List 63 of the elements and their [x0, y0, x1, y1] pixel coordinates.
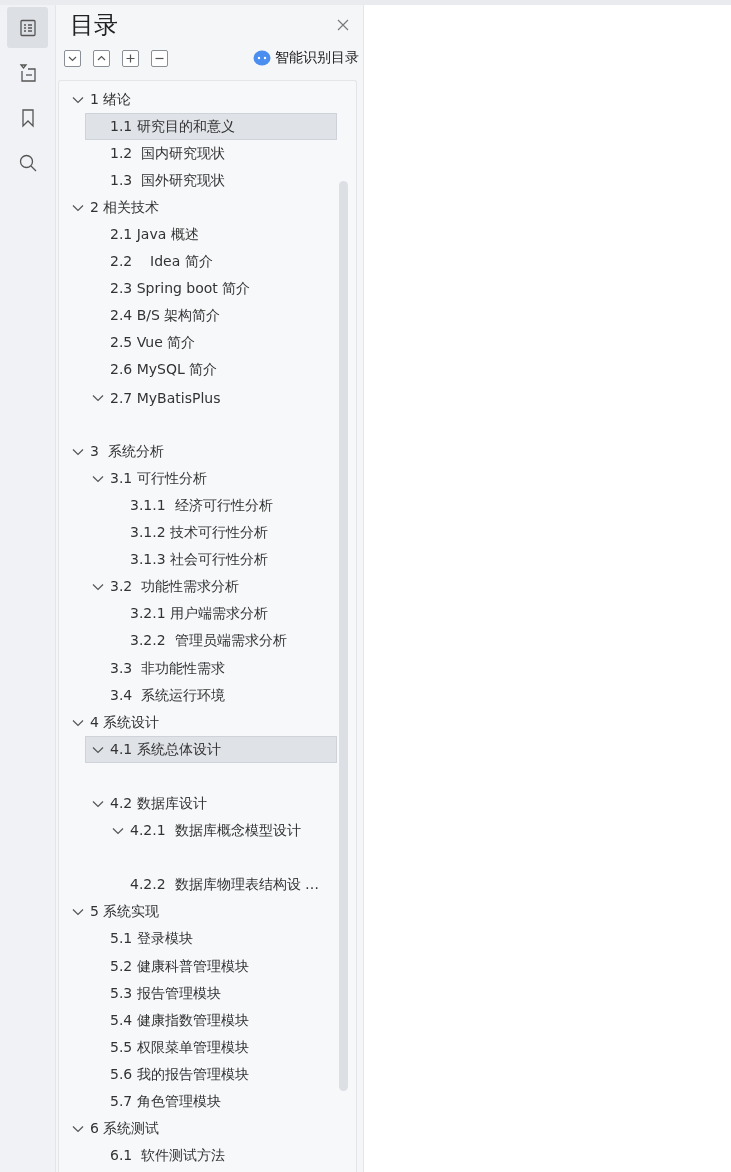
outline-item[interactable]: 1.2 国内研究现状 — [85, 140, 337, 168]
caret-down-icon[interactable] — [72, 447, 84, 456]
outline-item[interactable]: 4.2.2 数据库物理表结构设 … — [105, 871, 337, 899]
outline-item[interactable]: 5.6 我的报告管理模块 — [85, 1061, 337, 1089]
outline-item[interactable]: 5.5 权限菜单管理模块 — [85, 1034, 337, 1062]
outline-item[interactable]: 1 绪论 — [65, 86, 337, 114]
caret-down-icon[interactable] — [112, 827, 124, 836]
plus-icon — [125, 52, 136, 64]
caret-down-icon[interactable] — [92, 583, 104, 592]
outline-item[interactable]: 3.1.3 社会可行性分析 — [105, 546, 337, 574]
outline-item[interactable]: 2.3 Spring boot 简介 — [85, 275, 337, 303]
outline-item[interactable]: 3.2.1 用户端需求分析 — [105, 600, 337, 628]
outline-item[interactable]: 2.6 MySQL 简介 — [85, 356, 337, 385]
outline-item[interactable]: 4.2 数据库设计 — [85, 790, 337, 818]
search-icon — [17, 152, 38, 173]
outline-item[interactable]: 5.7 角色管理模块 — [85, 1088, 337, 1116]
close-icon[interactable] — [337, 19, 349, 31]
outline-item[interactable]: 4 系统设计 — [65, 709, 337, 737]
outline-item[interactable]: 2.1 Java 概述 — [85, 221, 337, 249]
outline-item[interactable]: 2.7 MyBatisPlus — [85, 384, 337, 412]
outline-item[interactable]: 5.1 登录模块 — [85, 925, 337, 953]
caret-down-icon[interactable] — [92, 474, 104, 483]
outline-item[interactable]: 6 系统测试 — [65, 1115, 337, 1143]
outline-icon — [17, 62, 38, 83]
outline-item[interactable]: 2.2 Idea 简介 — [85, 248, 337, 276]
sidebar-button[interactable] — [7, 7, 48, 48]
outline-item[interactable]: 2 相关技术 — [65, 194, 337, 222]
outline-item[interactable]: 6.1 软件测试方法 — [85, 1142, 337, 1170]
tool-button[interactable] — [151, 49, 168, 67]
smart-detect-button[interactable]: 智能识别目录 — [253, 49, 359, 67]
caret-down-icon[interactable] — [92, 745, 104, 754]
outline-item[interactable]: 2.4 B/S 架构简介 — [85, 302, 337, 330]
outline-item[interactable]: 1.1 研究目的和意义 — [85, 113, 337, 141]
outline-item[interactable]: 3.1.1 经济可行性分析 — [105, 492, 337, 520]
caret-down-icon[interactable] — [92, 800, 104, 808]
caret-down-icon[interactable] — [72, 718, 84, 727]
outline-item[interactable]: 4.2.1 数据库概念模型设计 — [105, 817, 337, 845]
caret-down-icon[interactable] — [72, 95, 84, 104]
outline-item[interactable]: 4.1 系统总体设计 — [85, 736, 337, 764]
caret-down-icon[interactable] — [72, 1125, 84, 1134]
tool-button[interactable] — [93, 49, 110, 67]
scrollbar[interactable] — [339, 181, 348, 1091]
outline-item[interactable]: 3.1.2 技术可行性分析 — [105, 519, 337, 547]
robot-face-icon — [253, 50, 271, 66]
outline-item[interactable]: 5.3 报告管理模块 — [85, 980, 337, 1008]
outline-item[interactable]: 5.2 健康科普管理模块 — [85, 953, 337, 981]
caret-down-icon[interactable] — [92, 393, 104, 402]
caret-down-icon[interactable] — [72, 908, 84, 917]
tool-button[interactable] — [64, 49, 81, 67]
outline-item[interactable]: 5 系统实现 — [65, 898, 337, 926]
tool-button[interactable] — [122, 49, 139, 67]
outline-item[interactable]: 3.2 功能性需求分析 — [85, 573, 337, 601]
outline-item[interactable]: 3.3 非功能性需求 — [85, 654, 337, 683]
outline-item[interactable]: 3.1 可行性分析 — [85, 465, 337, 493]
outline-item[interactable]: 3.4 系统运行环境 — [85, 682, 337, 710]
outline-item[interactable]: 2.5 Vue 简介 — [85, 329, 337, 357]
outline-item[interactable]: 3.2.2 管理员端需求分析 — [105, 627, 337, 655]
outline-item[interactable]: 3 系统分析 — [65, 438, 337, 466]
panel-title: 目录 — [70, 10, 118, 41]
caret-down-icon[interactable] — [72, 203, 84, 212]
contents-icon — [17, 17, 38, 38]
outline-item[interactable]: 1.3 国外研究现状 — [85, 167, 337, 195]
outline-item[interactable]: 5.4 健康指数管理模块 — [85, 1007, 337, 1035]
